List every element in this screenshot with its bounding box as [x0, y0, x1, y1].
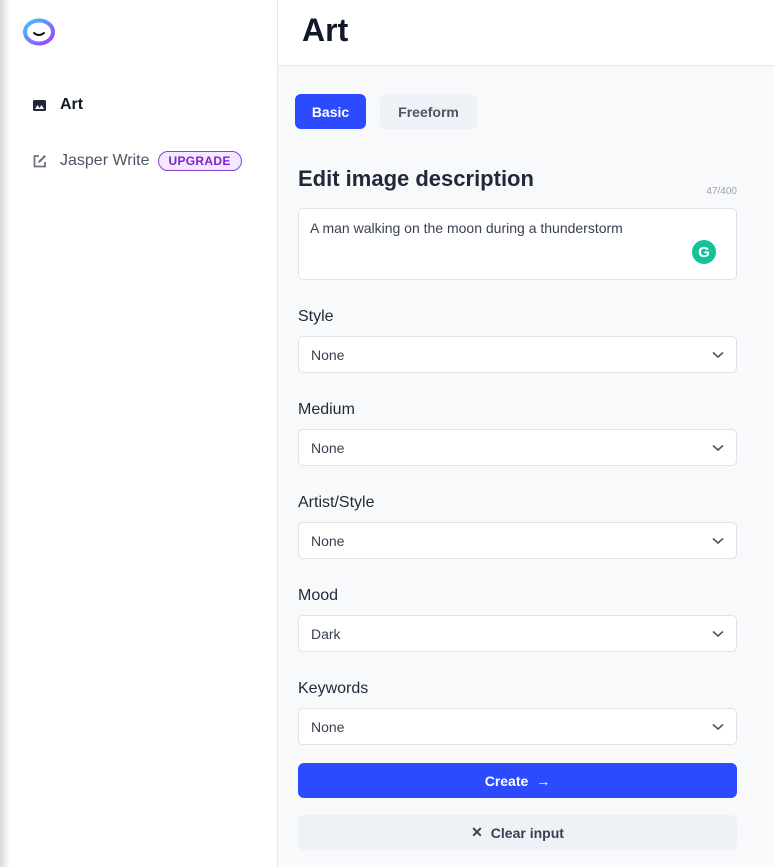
edit-icon — [33, 154, 46, 167]
character-counter: 47/400 — [706, 186, 737, 197]
chevron-down-icon — [712, 351, 724, 358]
field-label: Artist/Style — [298, 494, 375, 511]
sidebar: Art Jasper Write UPGRADE — [0, 0, 278, 867]
description-text: A man walking on the moon during a thund… — [310, 220, 623, 236]
upgrade-badge[interactable]: UPGRADE — [157, 151, 242, 171]
grammarly-icon[interactable]: G — [692, 240, 716, 264]
field-label: Keywords — [298, 680, 369, 697]
create-label: Create — [484, 772, 529, 789]
sidebar-item-label: Art — [60, 96, 84, 113]
chevron-down-icon — [712, 630, 724, 637]
jasper-logo-icon[interactable] — [22, 18, 56, 46]
clear-label: Clear input — [490, 824, 564, 841]
page-header: Art — [278, 0, 774, 66]
section-heading: Edit image description — [298, 166, 534, 191]
tab-basic[interactable]: Basic — [295, 94, 366, 129]
chevron-down-icon — [712, 723, 724, 730]
close-icon: ✕ — [471, 824, 483, 840]
select-value: None — [311, 532, 345, 549]
clear-input-button[interactable]: ✕ Clear input — [298, 815, 737, 850]
mood-select[interactable]: Dark — [298, 615, 737, 652]
field-label: Style — [298, 308, 334, 325]
select-value: None — [311, 439, 345, 456]
style-select[interactable]: None — [298, 336, 737, 373]
select-value: None — [311, 718, 345, 735]
sidebar-item-jasper-write[interactable]: Jasper Write UPGRADE — [32, 151, 242, 171]
page-title: Art — [302, 12, 349, 48]
image-icon — [33, 99, 46, 111]
field-label: Mood — [298, 587, 339, 604]
chevron-down-icon — [712, 537, 724, 544]
arrow-right-icon: → — [536, 772, 551, 789]
select-value: None — [311, 346, 345, 363]
select-value: Dark — [311, 625, 341, 642]
medium-select[interactable]: None — [298, 429, 737, 466]
sidebar-item-label: Jasper Write — [60, 152, 150, 169]
tab-freeform[interactable]: Freeform — [380, 94, 477, 129]
create-button[interactable]: Create → — [298, 763, 737, 798]
field-label: Medium — [298, 401, 355, 418]
description-textarea[interactable]: A man walking on the moon during a thund… — [298, 208, 737, 280]
artist-style-select[interactable]: None — [298, 522, 737, 559]
keywords-select[interactable]: None — [298, 708, 737, 745]
chevron-down-icon — [712, 444, 724, 451]
sidebar-shadow — [0, 0, 10, 867]
sidebar-item-art[interactable]: Art — [32, 96, 83, 114]
